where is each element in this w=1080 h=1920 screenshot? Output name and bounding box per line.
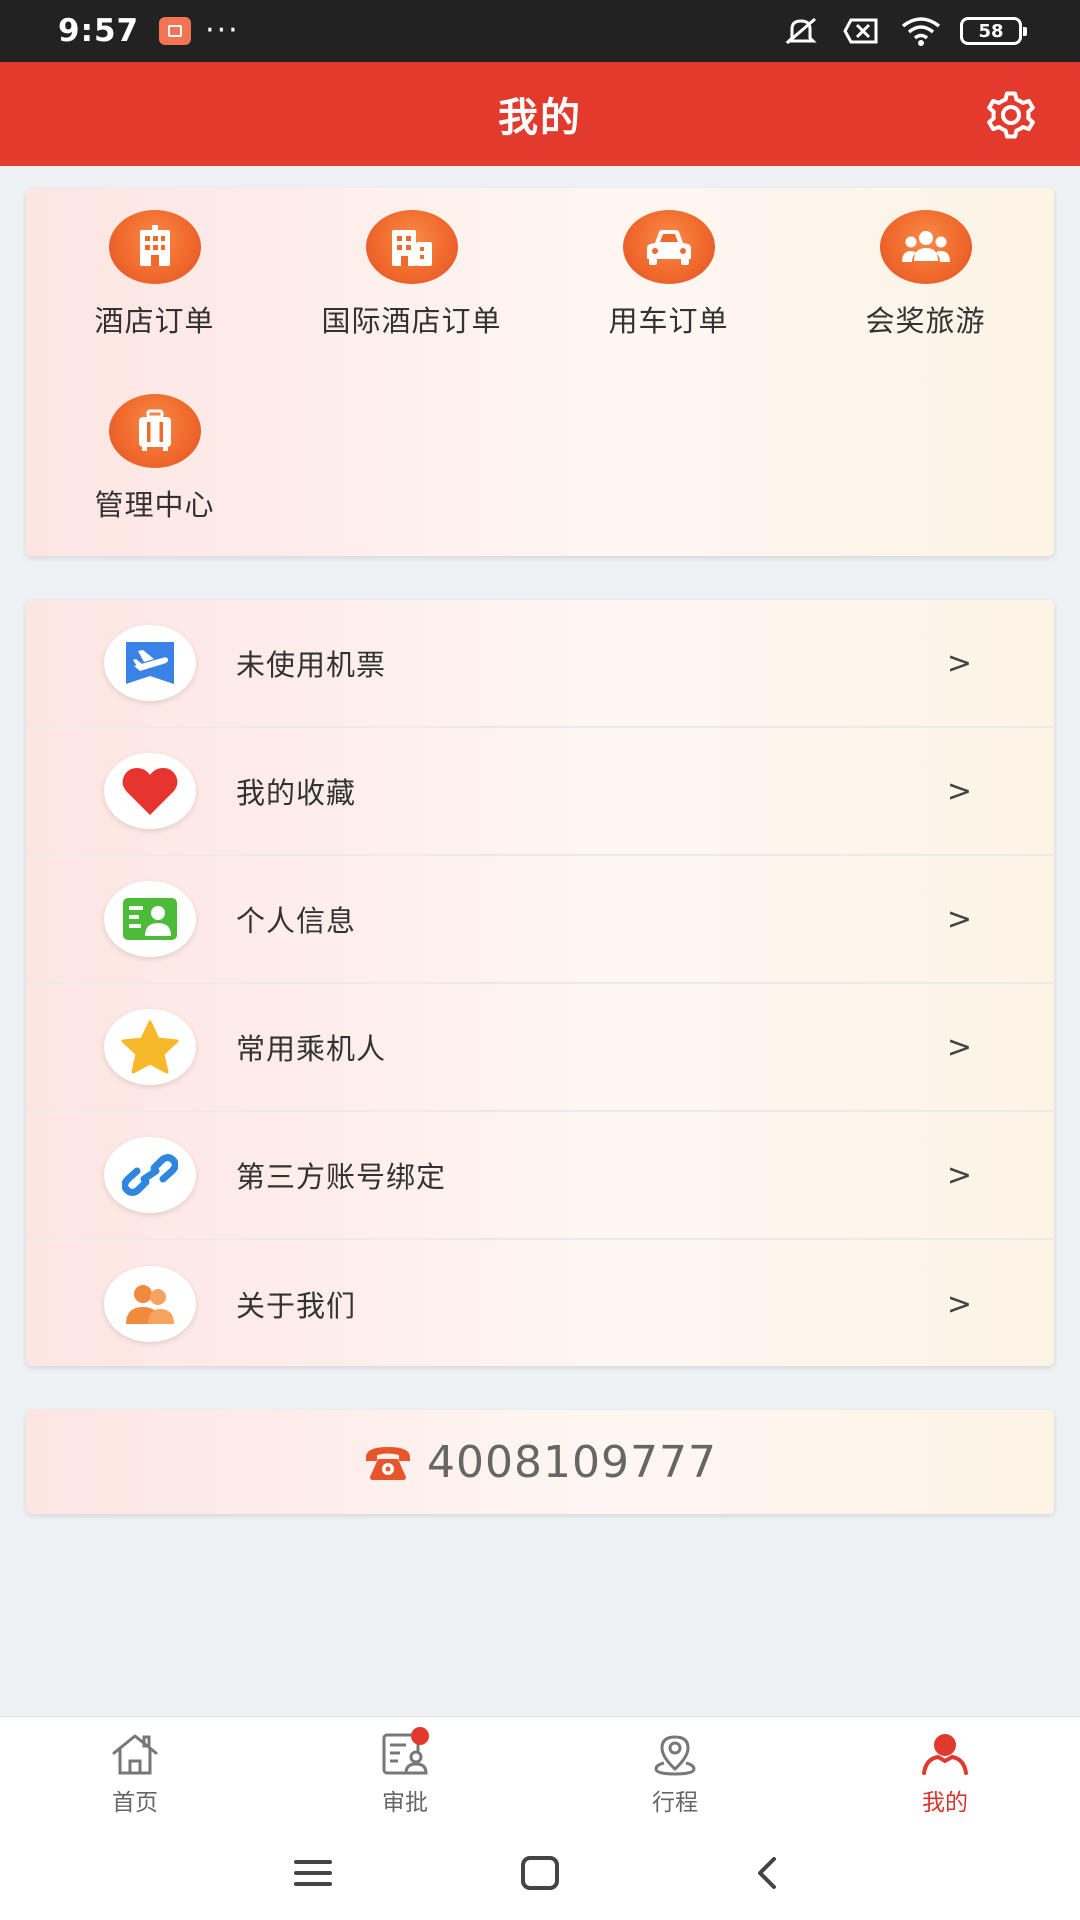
settings-button[interactable] bbox=[980, 84, 1042, 146]
quick-link-label: 国际酒店订单 bbox=[321, 304, 502, 338]
approval-icon bbox=[379, 1727, 431, 1777]
menu-item-label: 常用乘机人 bbox=[236, 1032, 387, 1066]
quick-link-international-hotel-orders[interactable]: 国际酒店订单 bbox=[283, 210, 540, 340]
quick-link-car-orders[interactable]: 用车订单 bbox=[540, 210, 797, 340]
chevron-right-icon: > bbox=[946, 901, 972, 937]
chevron-right-icon: > bbox=[946, 1286, 972, 1322]
quick-link-hotel-orders[interactable]: 酒店订单 bbox=[26, 210, 283, 340]
menu-list: 未使用机票 > 我的收藏 > 个人信息 > 常用乘机人 > 第三方账号绑定 > … bbox=[26, 600, 1054, 1366]
quick-links-card: 酒店订单 国际酒店订单 用车订单 会奖旅游 管理中心 bbox=[26, 188, 1054, 556]
no-sim-icon bbox=[840, 16, 882, 46]
menu-item-about-us[interactable]: 关于我们 > bbox=[26, 1240, 1054, 1368]
status-icons: 58 bbox=[780, 16, 1027, 46]
group-travel-icon bbox=[879, 210, 972, 284]
menu-item-label: 我的收藏 bbox=[236, 776, 357, 810]
link-icon bbox=[104, 1137, 196, 1213]
header: 我的 bbox=[0, 62, 1080, 166]
profile-icon bbox=[919, 1731, 971, 1777]
tab-label: 审批 bbox=[382, 1790, 428, 1816]
system-navigation-bar bbox=[0, 1826, 1080, 1920]
tab-label: 首页 bbox=[112, 1790, 158, 1816]
quick-link-incentive-travel[interactable]: 会奖旅游 bbox=[797, 210, 1054, 340]
international-hotel-icon bbox=[365, 210, 458, 284]
hotline-button[interactable]: 4008109777 bbox=[26, 1410, 1054, 1514]
quick-link-label: 管理中心 bbox=[94, 488, 215, 522]
tab-profile[interactable]: 我的 bbox=[810, 1717, 1080, 1826]
tab-label: 行程 bbox=[652, 1790, 698, 1816]
menu-item-label: 第三方账号绑定 bbox=[236, 1160, 447, 1194]
menu-item-label: 个人信息 bbox=[236, 904, 357, 938]
notification-badge bbox=[411, 1727, 429, 1745]
tab-approval[interactable]: 审批 bbox=[270, 1717, 540, 1826]
home-icon bbox=[109, 1731, 161, 1777]
menu-item-my-favorites[interactable]: 我的收藏 > bbox=[26, 728, 1054, 856]
status-bar: 9:57 ··· 58 bbox=[0, 0, 1080, 62]
chevron-right-icon: > bbox=[946, 1029, 972, 1065]
home-button[interactable] bbox=[510, 1848, 570, 1898]
itinerary-icon bbox=[649, 1731, 701, 1777]
menu-item-label: 未使用机票 bbox=[236, 648, 387, 682]
bottom-tab-bar: 首页 审批 行程 我的 bbox=[0, 1716, 1080, 1826]
hotline-number: 4008109777 bbox=[427, 1436, 717, 1488]
battery-indicator: 58 bbox=[960, 17, 1027, 45]
menu-icon bbox=[294, 1860, 333, 1886]
tab-label: 我的 bbox=[922, 1790, 968, 1816]
recent-apps-button[interactable] bbox=[283, 1848, 343, 1898]
star-icon bbox=[104, 1009, 196, 1085]
briefcase-icon bbox=[108, 394, 201, 468]
page-title: 我的 bbox=[498, 95, 582, 141]
people-icon bbox=[104, 1266, 196, 1342]
car-icon bbox=[622, 210, 715, 284]
tab-itinerary[interactable]: 行程 bbox=[540, 1717, 810, 1826]
status-time: 9:57 bbox=[58, 13, 140, 49]
menu-item-personal-info[interactable]: 个人信息 > bbox=[26, 856, 1054, 984]
back-button[interactable] bbox=[737, 1848, 797, 1898]
id-card-icon bbox=[104, 881, 196, 957]
chevron-right-icon: > bbox=[946, 645, 972, 681]
menu-item-unused-tickets[interactable]: 未使用机票 > bbox=[26, 600, 1054, 728]
wifi-icon bbox=[900, 16, 942, 46]
square-icon bbox=[520, 1856, 559, 1890]
quick-link-management-center[interactable]: 管理中心 bbox=[26, 394, 283, 524]
plane-ticket-icon bbox=[104, 625, 196, 701]
tab-home[interactable]: 首页 bbox=[0, 1717, 270, 1826]
hotel-icon bbox=[108, 210, 201, 284]
notification-app-icon bbox=[159, 17, 192, 45]
phone-icon bbox=[366, 1447, 411, 1480]
chevron-right-icon: > bbox=[946, 773, 972, 809]
chevron-right-icon: > bbox=[946, 1157, 972, 1193]
back-arrow-icon bbox=[757, 1857, 776, 1889]
quick-link-label: 会奖旅游 bbox=[865, 304, 986, 338]
quick-link-label: 酒店订单 bbox=[94, 304, 215, 338]
mute-icon bbox=[780, 16, 822, 46]
gear-icon bbox=[987, 91, 1035, 139]
quick-link-label: 用车订单 bbox=[608, 304, 729, 338]
menu-item-frequent-passengers[interactable]: 常用乘机人 > bbox=[26, 984, 1054, 1112]
more-notifications-icon: ··· bbox=[205, 13, 240, 48]
heart-icon bbox=[104, 753, 196, 829]
menu-item-third-party-binding[interactable]: 第三方账号绑定 > bbox=[26, 1112, 1054, 1240]
menu-item-label: 关于我们 bbox=[236, 1289, 357, 1323]
